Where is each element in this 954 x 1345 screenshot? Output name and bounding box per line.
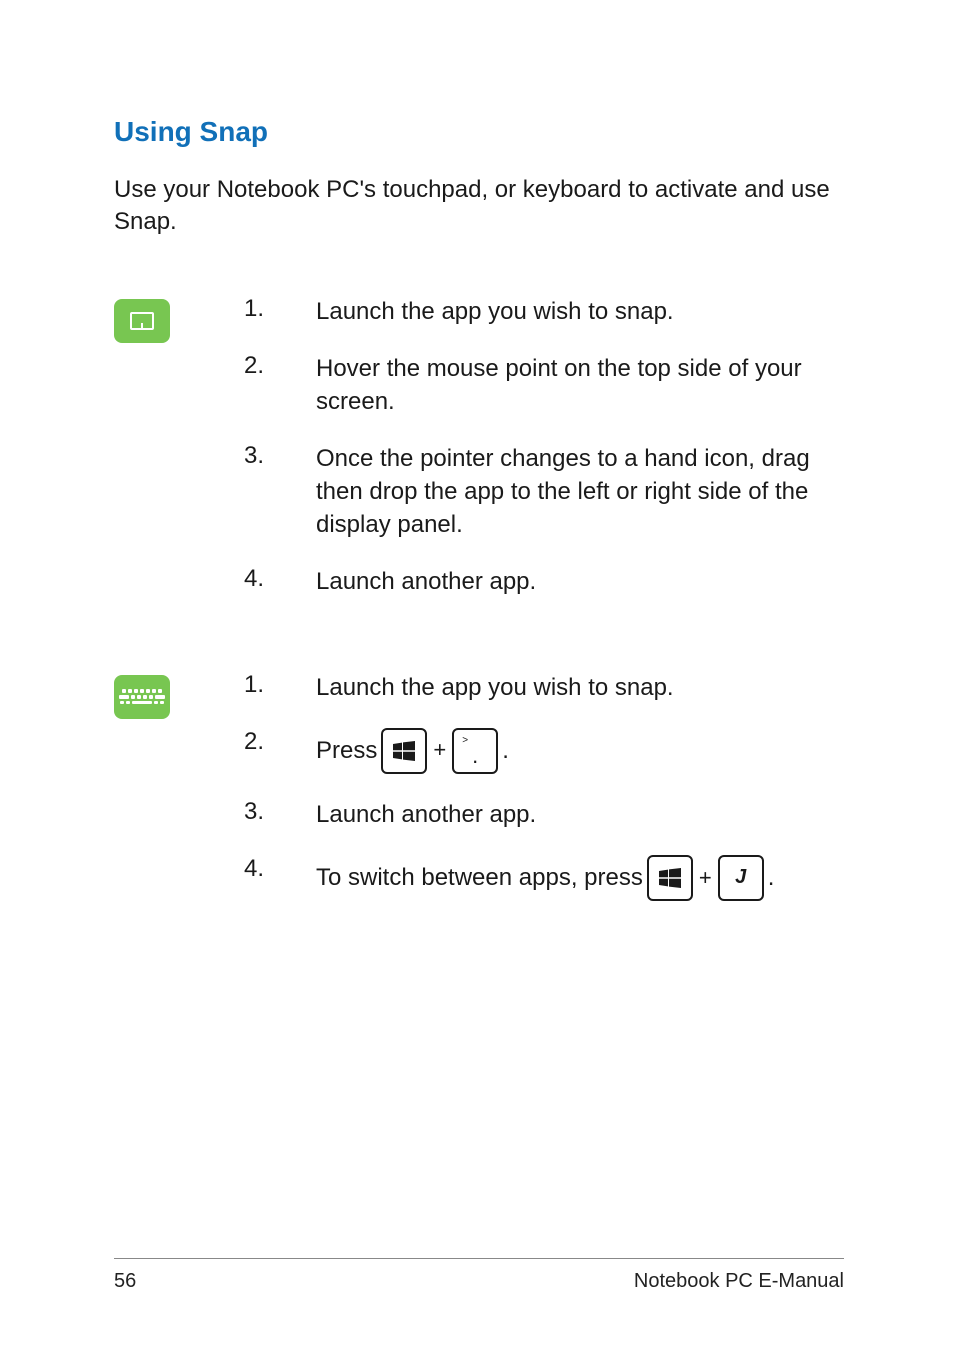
step-number: 2. [244, 352, 316, 380]
step-number: 4. [244, 855, 316, 883]
icon-column [114, 671, 244, 719]
touchpad-icon [114, 299, 170, 343]
step-number: 1. [244, 295, 316, 323]
plus-sign: + [699, 863, 712, 893]
icon-column [114, 295, 244, 343]
sentence-end: . [768, 861, 775, 894]
greater-than-label: > [462, 734, 468, 748]
manual-title: Notebook PC E-Manual [634, 1270, 844, 1293]
step-row: 3. Once the pointer changes to a hand ic… [244, 442, 844, 541]
step-row: 3. Launch another app. [244, 798, 844, 831]
step-text: Launch the app you wish to snap. [316, 295, 674, 328]
windows-key-icon [647, 855, 693, 901]
step-text: Launch the app you wish to snap. [316, 671, 674, 704]
touchpad-steps: 1. Launch the app you wish to snap. 2. H… [244, 295, 844, 623]
step-row: 1. Launch the app you wish to snap. [244, 295, 844, 328]
step-number: 4. [244, 565, 316, 593]
step-row: 4. To switch between apps, press + J . [244, 855, 844, 901]
period-key-icon: > . [452, 728, 498, 774]
intro-paragraph: Use your Notebook PC's touchpad, or keyb… [114, 174, 844, 239]
keyboard-steps: 1. Launch the app you wish to snap. 2. P… [244, 671, 844, 925]
step-text: Press + > . . [316, 728, 509, 774]
step-number: 2. [244, 728, 316, 756]
switch-label: To switch between apps, press [316, 861, 643, 894]
step-number: 3. [244, 442, 316, 470]
page-number: 56 [114, 1270, 136, 1293]
touchpad-section: 1. Launch the app you wish to snap. 2. H… [114, 295, 844, 623]
keyboard-icon [114, 675, 170, 719]
section-heading: Using Snap [114, 116, 844, 148]
step-text: Once the pointer changes to a hand icon,… [316, 442, 844, 541]
keyboard-section: 1. Launch the app you wish to snap. 2. P… [114, 671, 844, 925]
step-row: 4. Launch another app. [244, 565, 844, 598]
step-row: 1. Launch the app you wish to snap. [244, 671, 844, 704]
j-key-icon: J [718, 855, 764, 901]
plus-sign: + [433, 735, 446, 765]
footer-divider [114, 1258, 844, 1259]
period-label: . [472, 745, 478, 767]
page-footer: 56 Notebook PC E-Manual [114, 1270, 844, 1293]
step-number: 1. [244, 671, 316, 699]
windows-key-icon [381, 728, 427, 774]
step-text: Launch another app. [316, 798, 536, 831]
step-text: To switch between apps, press + J . [316, 855, 774, 901]
step-text: Hover the mouse point on the top side of… [316, 352, 844, 418]
press-label: Press [316, 734, 377, 767]
step-row: 2. Press + > . . [244, 728, 844, 774]
step-row: 2. Hover the mouse point on the top side… [244, 352, 844, 418]
sentence-end: . [502, 734, 509, 767]
step-text: Launch another app. [316, 565, 536, 598]
step-number: 3. [244, 798, 316, 826]
